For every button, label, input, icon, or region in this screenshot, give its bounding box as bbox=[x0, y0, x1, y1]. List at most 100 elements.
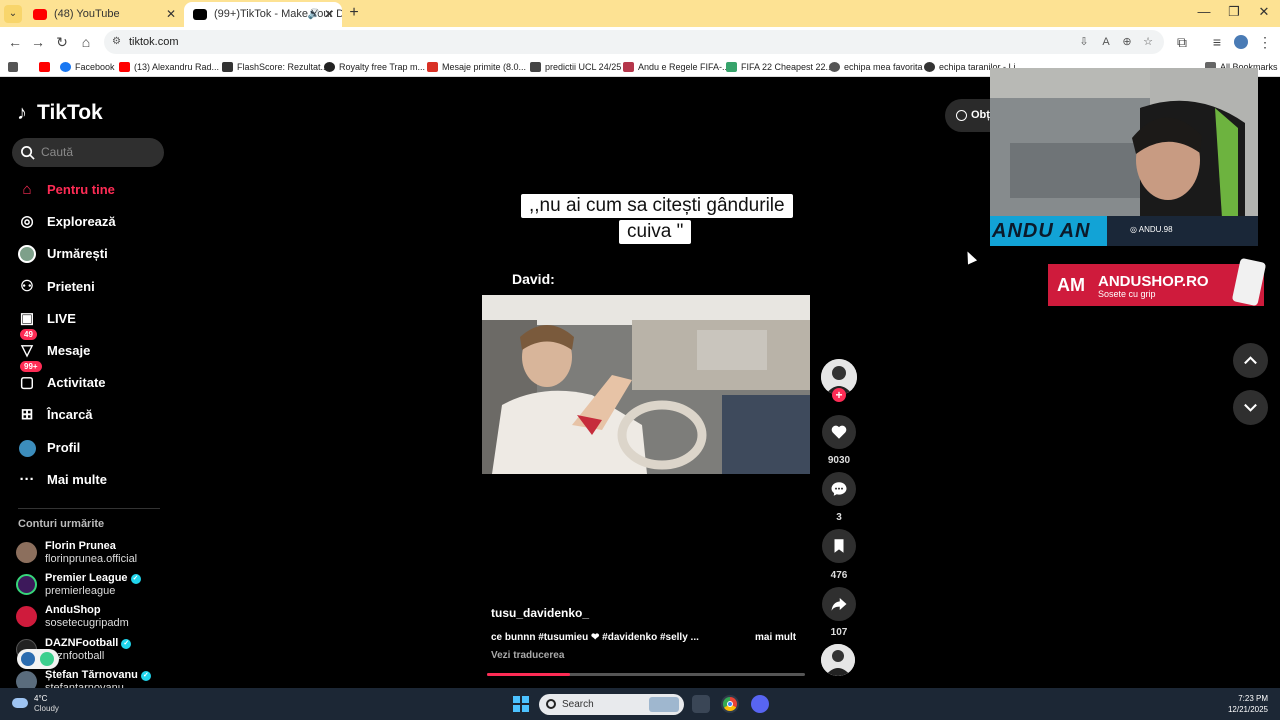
tab-search-button[interactable]: ⌄ bbox=[4, 5, 22, 23]
following-account[interactable]: AnduShop sosetecugripadm bbox=[16, 604, 166, 634]
bookmark-andu[interactable]: Andu e Regele FIFA-... bbox=[623, 59, 730, 75]
temperature: 4°C bbox=[34, 694, 48, 703]
menu-icon[interactable]: ⋮ bbox=[1255, 32, 1275, 52]
translate-link[interactable]: Vezi traducerea bbox=[491, 650, 564, 661]
avatar bbox=[16, 542, 37, 563]
tab-tiktok[interactable]: (99+)TikTok - Make Your Da 🔊 ✕ bbox=[184, 2, 342, 27]
bookmark-gmail[interactable]: Mesaje primite (8.0... bbox=[427, 59, 526, 75]
url-text: tiktok.com bbox=[129, 36, 179, 48]
forward-button[interactable]: → bbox=[28, 32, 48, 52]
chrome-icon[interactable] bbox=[721, 695, 739, 713]
close-icon[interactable]: ✕ bbox=[166, 2, 176, 27]
zoom-icon[interactable]: ⊕ bbox=[1120, 35, 1134, 49]
taskbar-search-placeholder: Search bbox=[562, 699, 594, 710]
nav-incarca[interactable]: ⊞ Încarcă bbox=[16, 403, 166, 427]
speaker-icon[interactable]: 🔊 bbox=[308, 2, 320, 27]
nav-exploreaza[interactable]: ◎ Explorează bbox=[16, 210, 166, 234]
verified-icon: ✓ bbox=[121, 639, 132, 649]
bookmark-predictii[interactable]: predictii UCL 24/25 bbox=[530, 59, 621, 75]
cloud-icon bbox=[12, 698, 28, 708]
video-description: ce bunnn #tusumieu ❤ #davidenko #selly .… bbox=[491, 632, 699, 643]
following-account[interactable]: Florin Prunea florinprunea.official bbox=[16, 540, 166, 570]
bookmark-fifa[interactable]: FIFA 22 Cheapest 22... bbox=[726, 59, 833, 75]
nav-mai-multe[interactable]: ··· Mai multe bbox=[16, 468, 166, 492]
youtube-icon bbox=[33, 9, 47, 20]
new-tab-button[interactable]: + bbox=[346, 4, 362, 22]
floating-widget[interactable] bbox=[17, 649, 59, 669]
bookmark-trap[interactable]: Royalty free Trap m... bbox=[324, 59, 425, 75]
nav-urmaresti[interactable]: Urmărești bbox=[16, 242, 166, 266]
search-input[interactable]: Caută bbox=[12, 138, 164, 167]
minimize-button[interactable]: — bbox=[1192, 4, 1216, 19]
bookmark-echipa[interactable]: echipa mea favorita bbox=[829, 59, 923, 75]
shop-title: ANDUSHOP.RO bbox=[1098, 273, 1209, 290]
site-icon bbox=[623, 62, 634, 72]
chevron-down-icon bbox=[1244, 403, 1257, 412]
bookmark-flashscore[interactable]: FlashScore: Rezultat... bbox=[222, 59, 328, 75]
tiktok-icon bbox=[193, 9, 207, 20]
verified-icon: ✓ bbox=[140, 671, 151, 681]
like-button[interactable] bbox=[822, 415, 856, 449]
music-disc[interactable] bbox=[821, 644, 855, 676]
back-button[interactable]: ← bbox=[5, 32, 25, 52]
more-link[interactable]: mai mult bbox=[755, 632, 796, 643]
restore-button[interactable]: ❐ bbox=[1222, 4, 1246, 20]
shop-subtitle: Sosete cu grip bbox=[1098, 289, 1156, 299]
nav-profil[interactable]: Profil bbox=[16, 436, 166, 460]
tab-title: (48) YouTube bbox=[54, 8, 120, 20]
translate-icon[interactable]: A bbox=[1099, 35, 1113, 49]
share-button[interactable] bbox=[822, 587, 856, 621]
save-button[interactable] bbox=[822, 529, 856, 563]
likes-count: 9030 bbox=[827, 455, 851, 466]
next-video-button[interactable] bbox=[1233, 390, 1268, 425]
discord-icon[interactable] bbox=[751, 695, 769, 713]
nav-activitate[interactable]: ▢ 99+ Activitate bbox=[16, 361, 166, 395]
bookmark-facebook[interactable]: Facebook bbox=[60, 59, 115, 75]
activity-icon: ▢ bbox=[19, 374, 35, 391]
apps-icon[interactable] bbox=[8, 59, 23, 75]
profile-avatar[interactable] bbox=[1231, 32, 1251, 52]
nav-live[interactable]: ▣ LIVE bbox=[16, 307, 166, 331]
weather-widget[interactable]: 4°C Cloudy bbox=[12, 693, 92, 715]
nav-prieteni[interactable]: ⚇ Prieteni bbox=[16, 275, 166, 299]
more-icon: ··· bbox=[19, 471, 35, 488]
extensions-icon[interactable]: ⧉ bbox=[1172, 32, 1192, 52]
taskbar: 4°C Cloudy Search 7:23 PM 12/21/2025 bbox=[0, 688, 1280, 720]
reload-button[interactable]: ↻ bbox=[52, 32, 72, 52]
comment-button[interactable] bbox=[822, 472, 856, 506]
taskbar-search[interactable]: Search bbox=[539, 694, 684, 715]
previous-video-button[interactable] bbox=[1233, 343, 1268, 378]
follow-plus-button[interactable]: + bbox=[832, 388, 846, 402]
compass-icon: ◎ bbox=[20, 213, 34, 230]
system-clock[interactable]: 7:23 PM 12/21/2025 bbox=[1228, 693, 1268, 715]
site-icon bbox=[924, 62, 935, 72]
start-button[interactable] bbox=[513, 696, 529, 712]
address-bar[interactable]: ⚙ tiktok.com ⇩ A ⊕ ☆ bbox=[104, 30, 1164, 54]
webcam-banner: ANDU AN ◎ ANDU.98 bbox=[990, 216, 1258, 246]
task-view-icon[interactable] bbox=[692, 695, 710, 713]
nav-mesaje[interactable]: ▽ 49 Mesaje bbox=[16, 329, 166, 363]
weather-condition: Cloudy bbox=[34, 704, 59, 713]
close-window-button[interactable]: ✕ bbox=[1252, 4, 1276, 20]
tiktok-logo[interactable]: ♪ TikTok bbox=[17, 100, 103, 126]
nav-pentru-tine[interactable]: ⌂ Pentru tine bbox=[16, 178, 166, 202]
following-account[interactable]: Premier League ✓ premierleague bbox=[16, 572, 166, 602]
video-player[interactable] bbox=[482, 295, 810, 474]
bookmark-star-icon[interactable]: ☆ bbox=[1141, 35, 1155, 49]
live-icon: ▣ bbox=[19, 310, 35, 327]
install-icon[interactable]: ⇩ bbox=[1077, 35, 1091, 49]
doc-icon bbox=[530, 62, 541, 72]
saves-count: 476 bbox=[830, 570, 848, 581]
close-icon[interactable]: ✕ bbox=[324, 2, 334, 27]
home-button[interactable]: ⌂ bbox=[76, 32, 96, 52]
tab-search-icon[interactable]: ≡ bbox=[1207, 32, 1227, 52]
site-icon bbox=[324, 62, 335, 72]
tab-youtube[interactable]: (48) YouTube ✕ bbox=[24, 2, 184, 27]
shares-count: 107 bbox=[830, 627, 848, 638]
site-info-icon[interactable]: ⚙ bbox=[112, 36, 124, 48]
instagram-handle: ◎ ANDU.98 bbox=[1130, 225, 1173, 234]
video-author[interactable]: tusu_davidenko_ bbox=[491, 606, 589, 620]
bookmark-youtube[interactable] bbox=[39, 59, 54, 75]
bookmark-youtube-channel[interactable]: (13) Alexandru Rad... bbox=[119, 59, 219, 75]
video-progress-bar[interactable] bbox=[487, 673, 805, 676]
